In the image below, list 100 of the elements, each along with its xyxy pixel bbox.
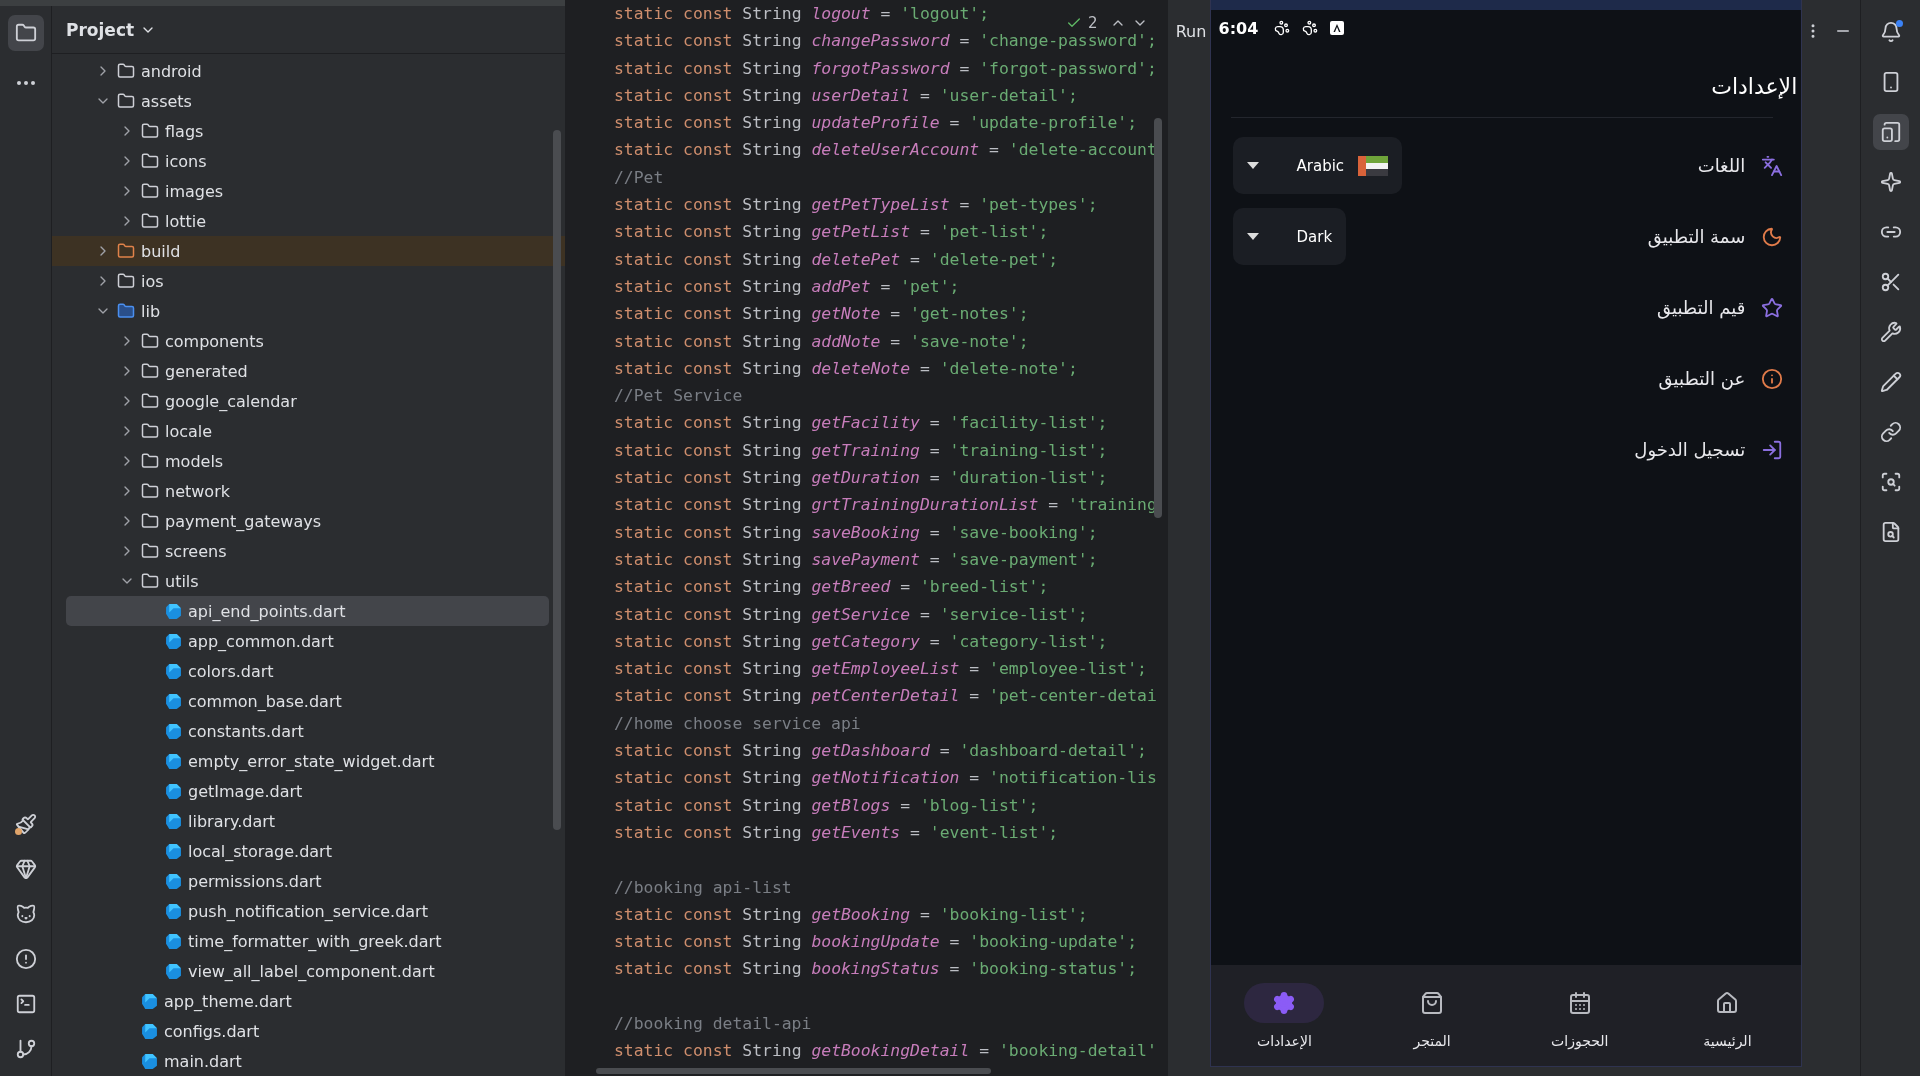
folder-icon [14, 22, 37, 44]
dart-file-icon [165, 902, 182, 920]
folder-item[interactable]: generated [52, 356, 565, 386]
folder-icon [141, 542, 159, 560]
file-item[interactable]: time_formatter_with_greek.dart [52, 926, 565, 956]
nav-tab[interactable]: الحجوزات [1505, 965, 1654, 1066]
code-comment: //booking api-list [614, 876, 792, 899]
folder-item[interactable]: flags [52, 116, 565, 146]
file-item[interactable]: permissions.dart [52, 866, 565, 896]
scrollbar[interactable] [1153, 118, 1162, 518]
code-line: static const String getFacility = 'facility-list'; [614, 412, 1108, 435]
folder-item[interactable]: images [52, 176, 565, 206]
folder-item[interactable]: google_calendar [52, 386, 565, 416]
file-item[interactable]: library.dart [52, 806, 565, 836]
cat-icon[interactable] [14, 903, 37, 925]
code-line: static const String getDuration = 'duration-list'; [614, 467, 1108, 490]
nav-tab[interactable]: المتجر [1358, 965, 1506, 1066]
code-line: static const String getTraining = 'training-list'; [614, 439, 1108, 462]
status-time: 6:04 [1218, 18, 1259, 38]
file-item[interactable]: api_end_points.dart [66, 596, 549, 626]
folder-item[interactable]: locale [52, 416, 565, 446]
file-item[interactable]: view_all_label_component.dart [52, 956, 565, 986]
dart-file-icon [165, 602, 182, 620]
nav-tab[interactable]: الإعدادات [1210, 965, 1359, 1066]
file-item[interactable]: app_common.dart [52, 626, 565, 656]
file-item[interactable]: constants.dart [52, 716, 565, 746]
folder-item[interactable]: build [52, 236, 565, 266]
file-item[interactable]: app_theme.dart [52, 986, 565, 1016]
device-mirror-icon [1879, 121, 1902, 143]
language-dropdown[interactable]: Arabic [1232, 137, 1403, 194]
run-tab-label[interactable]: Run [1175, 22, 1207, 41]
folder-item[interactable]: assets [52, 86, 565, 116]
folder-icon [117, 302, 135, 320]
code-line: static const String getNote = 'get-notes'; [614, 303, 1029, 326]
folder-icon [141, 362, 159, 380]
folder-icon [141, 422, 159, 440]
folder-item[interactable]: screens [52, 536, 565, 566]
dart-file-icon [165, 632, 182, 650]
file-item[interactable]: configs.dart [52, 1016, 565, 1046]
paintbrush-icon[interactable] [14, 813, 37, 835]
dart-file-icon [165, 722, 182, 740]
folder-icon [117, 242, 135, 260]
git-branch-icon[interactable] [14, 1038, 37, 1060]
theme-dropdown[interactable]: Dark [1232, 208, 1347, 265]
nav-tab[interactable]: الرئيسية [1653, 965, 1802, 1066]
code-line: static const String saveBooking = 'save-booking'; [614, 521, 1098, 544]
file-item[interactable]: common_base.dart [52, 686, 565, 716]
setting-label[interactable]: اللغات [1418, 155, 1746, 176]
code-line: static const String updateProfile = 'update-profile'; [614, 112, 1138, 135]
code-line: static const String bookingUpdate = 'booking-update'; [614, 931, 1138, 954]
file-item[interactable]: colors.dart [52, 656, 565, 686]
file-item[interactable]: empty_error_state_widget.dart [52, 746, 565, 776]
setting-label[interactable]: سمة التطبيق [1362, 226, 1746, 247]
scan-icon [1879, 471, 1902, 493]
gem-icon[interactable] [14, 858, 37, 880]
project-tool-button[interactable] [7, 15, 44, 51]
code-line: static const String savePayment = 'save-payment'; [614, 548, 1098, 571]
folder-item[interactable]: components [52, 326, 565, 356]
folder-item[interactable]: models [52, 446, 565, 476]
folder-item[interactable]: payment_gateways [52, 506, 565, 536]
folder-item[interactable]: lib [52, 296, 565, 326]
wrench-icon [1879, 321, 1902, 343]
code-line: static const String getBookingDetail = 'booking-detail' [614, 1040, 1157, 1063]
file-item[interactable]: push_notification_service.dart [52, 896, 565, 926]
file-item[interactable]: main.dart [52, 1046, 565, 1076]
dart-file-icon [165, 692, 182, 710]
code-line: static const String changePassword = 'change-password'; [614, 30, 1157, 53]
scissors-icon [1879, 271, 1902, 293]
folder-item[interactable]: android [52, 56, 565, 86]
settings-icon [1272, 990, 1297, 1015]
folder-item[interactable]: network [52, 476, 565, 506]
folder-icon [141, 512, 159, 530]
code-line: static const String getPetTypeList = 'pet-types'; [614, 194, 1098, 217]
problems-icon[interactable] [14, 948, 37, 970]
code-line: static const String petCenterDetail = 'pet-center-detai [614, 685, 1157, 708]
flag-icon [1358, 155, 1389, 176]
setting-label[interactable]: تسجيل الدخول [1232, 439, 1746, 460]
caret-icon [1246, 162, 1259, 169]
folder-item[interactable]: icons [52, 146, 565, 176]
device-mirror-tool-button[interactable] [1872, 114, 1909, 150]
scrollbar[interactable] [553, 130, 561, 830]
scrollbar[interactable] [596, 1068, 991, 1074]
file-item[interactable]: getImage.dart [52, 776, 565, 806]
sparkle-icon [1879, 171, 1902, 193]
folder-icon [117, 272, 135, 290]
folder-icon [141, 452, 159, 470]
project-view-dropdown[interactable]: Project [66, 19, 157, 40]
code-line: static const String getEvents = 'event-list'; [614, 821, 1059, 844]
folder-item[interactable]: ios [52, 266, 565, 296]
folder-item[interactable]: lottie [52, 206, 565, 236]
code-line: static const String deleteUserAccount = 'delete-account [614, 139, 1157, 162]
setting-label[interactable]: عن التطبيق [1232, 368, 1746, 389]
file-item[interactable]: local_storage.dart [52, 836, 565, 866]
setting-label[interactable]: قيم التطبيق [1232, 297, 1746, 318]
dart-file-icon [165, 812, 182, 830]
dart-file-icon [141, 1052, 158, 1070]
folder-item[interactable]: utils [52, 566, 565, 596]
terminal-icon[interactable] [14, 993, 37, 1015]
folder-icon [141, 152, 159, 170]
code-line: static const String addPet = 'pet'; [614, 275, 960, 298]
